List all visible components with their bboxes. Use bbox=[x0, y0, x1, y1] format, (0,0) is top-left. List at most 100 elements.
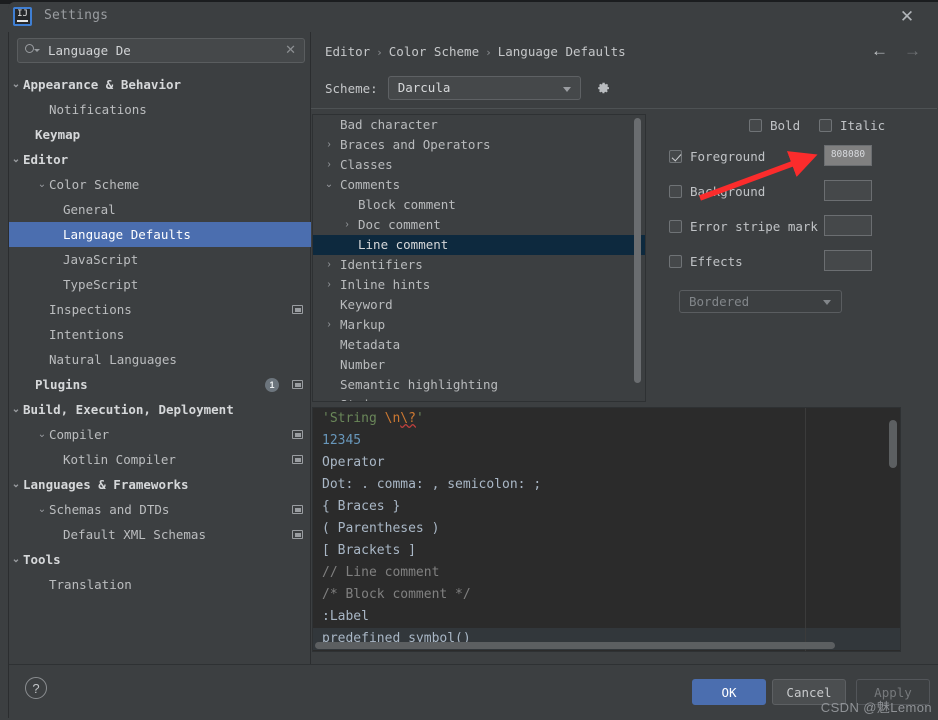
sidebar-item-plugins[interactable]: Plugins 1 bbox=[9, 372, 311, 397]
chevron-down-icon[interactable]: ⌄ bbox=[37, 172, 47, 197]
sidebar-item-inspections[interactable]: Inspections bbox=[9, 297, 311, 322]
chevron-down-icon[interactable]: ⌄ bbox=[37, 497, 47, 522]
preview-code-line: { Braces } bbox=[313, 496, 900, 518]
sidebar-item-notifications[interactable]: Notifications bbox=[9, 97, 311, 122]
chevron-down-icon[interactable]: ⌄ bbox=[323, 175, 335, 195]
preview-vertical-scrollbar[interactable] bbox=[889, 420, 897, 468]
breadcrumb-item[interactable]: Language Defaults bbox=[498, 44, 626, 59]
attribute-item-label: Identifiers bbox=[340, 257, 423, 272]
intellij-idea-logo-icon bbox=[13, 7, 32, 26]
sidebar-item-kotlin-compiler[interactable]: Kotlin Compiler bbox=[9, 447, 311, 472]
nav-back-icon[interactable]: ← bbox=[871, 41, 888, 60]
scheme-select[interactable]: Darcula bbox=[387, 76, 581, 100]
effects-color-swatch[interactable] bbox=[824, 250, 872, 271]
foreground-color-swatch[interactable]: 808080 bbox=[824, 145, 872, 166]
sidebar-item-color-scheme[interactable]: ⌄ Color Scheme bbox=[9, 172, 311, 197]
attribute-item-classes[interactable]: › Classes bbox=[313, 155, 645, 175]
chevron-down-icon[interactable]: ⌄ bbox=[11, 72, 21, 97]
background-checkbox-row[interactable]: Background bbox=[669, 184, 765, 199]
chevron-down-icon[interactable]: ⌄ bbox=[11, 147, 21, 172]
sidebar-item-label: Compiler bbox=[49, 427, 110, 442]
sidebar-item-keymap[interactable]: Keymap bbox=[9, 122, 311, 147]
sidebar-item-languages-frameworks[interactable]: ⌄ Languages & Frameworks bbox=[9, 472, 311, 497]
chevron-down-icon[interactable]: ⌄ bbox=[37, 422, 47, 447]
sidebar-item-natural-languages[interactable]: Natural Languages bbox=[9, 347, 311, 372]
background-checkbox[interactable] bbox=[669, 185, 682, 198]
background-color-swatch[interactable] bbox=[824, 180, 872, 201]
attribute-item-semantic-highlighting[interactable]: Semantic highlighting bbox=[313, 375, 645, 395]
sidebar-item-typescript[interactable]: TypeScript bbox=[9, 272, 311, 297]
attribute-item-bad-character[interactable]: Bad character bbox=[313, 115, 645, 135]
sidebar-item-general[interactable]: General bbox=[9, 197, 311, 222]
help-button[interactable]: ? bbox=[25, 677, 47, 699]
color-attributes-list[interactable]: Bad character › Braces and Operators › Class… bbox=[312, 114, 646, 402]
search-input[interactable]: Language De ✕ bbox=[17, 38, 305, 63]
sidebar-item-tools[interactable]: ⌄ Tools bbox=[9, 547, 311, 572]
sidebar-item-schemas-and-dtds[interactable]: ⌄ Schemas and DTDs bbox=[9, 497, 311, 522]
foreground-checkbox-row[interactable]: Foreground bbox=[669, 149, 765, 164]
sidebar-item-default-xml-schemas[interactable]: Default XML Schemas bbox=[9, 522, 311, 547]
chevron-right-icon[interactable]: › bbox=[323, 315, 335, 335]
gear-icon[interactable] bbox=[595, 80, 611, 96]
attribute-item-number[interactable]: Number bbox=[313, 355, 645, 375]
preview-horizontal-scrollbar[interactable] bbox=[315, 642, 835, 649]
chevron-right-icon[interactable]: › bbox=[323, 395, 335, 401]
chevron-down-icon[interactable]: ⌄ bbox=[11, 397, 21, 422]
foreground-checkbox[interactable] bbox=[669, 150, 682, 163]
effects-checkbox-row[interactable]: Effects bbox=[669, 254, 743, 269]
chevron-down-icon[interactable]: ⌄ bbox=[11, 472, 21, 497]
attribute-item-braces-and-operators[interactable]: › Braces and Operators bbox=[313, 135, 645, 155]
attribute-item-inline-hints[interactable]: › Inline hints bbox=[313, 275, 645, 295]
close-icon[interactable]: ✕ bbox=[896, 6, 918, 28]
effect-type-select[interactable]: Bordered bbox=[679, 290, 842, 313]
attribute-item-doc-comment[interactable]: › Doc comment bbox=[313, 215, 645, 235]
attribute-item-label: Doc comment bbox=[358, 217, 441, 232]
code-token: { Braces } bbox=[322, 499, 401, 514]
chevron-right-icon[interactable]: › bbox=[323, 275, 335, 295]
effects-label: Effects bbox=[690, 254, 743, 269]
sidebar-item-label: Build, Execution, Deployment bbox=[23, 402, 234, 417]
error-stripe-checkbox[interactable] bbox=[669, 220, 682, 233]
italic-checkbox[interactable] bbox=[819, 119, 832, 132]
attributes-scrollbar[interactable] bbox=[634, 118, 641, 383]
attribute-item-markup[interactable]: › Markup bbox=[313, 315, 645, 335]
chevron-right-icon[interactable]: › bbox=[341, 215, 353, 235]
sidebar-item-translation[interactable]: Translation bbox=[9, 572, 311, 597]
breadcrumb-item[interactable]: Editor bbox=[325, 44, 370, 59]
attribute-item-label: Classes bbox=[340, 157, 393, 172]
sidebar-item-editor[interactable]: ⌄ Editor bbox=[9, 147, 311, 172]
attribute-item-line-comment[interactable]: Line comment bbox=[313, 235, 645, 255]
sidebar-item-language-defaults[interactable]: Language Defaults bbox=[9, 222, 311, 247]
attribute-item-keyword[interactable]: Keyword bbox=[313, 295, 645, 315]
sidebar-item-appearance-behavior[interactable]: ⌄ Appearance & Behavior bbox=[9, 72, 311, 97]
sidebar-item-label: Languages & Frameworks bbox=[23, 477, 189, 492]
italic-checkbox-row[interactable]: Italic bbox=[819, 118, 885, 133]
chevron-right-icon[interactable]: › bbox=[323, 255, 335, 275]
code-preview[interactable]: 'String \n\?' 12345 Operator Dot: . comma: … bbox=[312, 407, 901, 652]
sidebar-item-javascript[interactable]: JavaScript bbox=[9, 247, 311, 272]
attribute-item-label: String bbox=[340, 395, 385, 401]
bold-checkbox-row[interactable]: Bold bbox=[749, 118, 800, 133]
effects-checkbox[interactable] bbox=[669, 255, 682, 268]
sidebar-item-build-execution-deployment[interactable]: ⌄ Build, Execution, Deployment bbox=[9, 397, 311, 422]
sidebar-item-intentions[interactable]: Intentions bbox=[9, 322, 311, 347]
breadcrumb-item[interactable]: Color Scheme bbox=[389, 44, 479, 59]
sidebar-search[interactable]: Language De ✕ bbox=[17, 38, 305, 63]
chevron-right-icon[interactable]: › bbox=[323, 155, 335, 175]
attribute-item-metadata[interactable]: Metadata bbox=[313, 335, 645, 355]
error-stripe-color-swatch[interactable] bbox=[824, 215, 872, 236]
attribute-item-identifiers[interactable]: › Identifiers bbox=[313, 255, 645, 275]
nav-forward-icon[interactable]: → bbox=[904, 41, 921, 60]
sidebar-item-label: Notifications bbox=[49, 102, 147, 117]
attribute-item-comments[interactable]: ⌄ Comments bbox=[313, 175, 645, 195]
chevron-right-icon[interactable]: › bbox=[323, 135, 335, 155]
error-stripe-checkbox-row[interactable]: Error stripe mark bbox=[669, 219, 818, 234]
attribute-item-string[interactable]: › String bbox=[313, 395, 645, 401]
clear-search-icon[interactable]: ✕ bbox=[285, 42, 296, 58]
attribute-item-block-comment[interactable]: Block comment bbox=[313, 195, 645, 215]
sidebar-item-label: Intentions bbox=[49, 327, 125, 342]
ok-button[interactable]: OK bbox=[692, 679, 766, 705]
chevron-down-icon[interactable]: ⌄ bbox=[11, 547, 21, 572]
bold-checkbox[interactable] bbox=[749, 119, 762, 132]
sidebar-item-compiler[interactable]: ⌄ Compiler bbox=[9, 422, 311, 447]
